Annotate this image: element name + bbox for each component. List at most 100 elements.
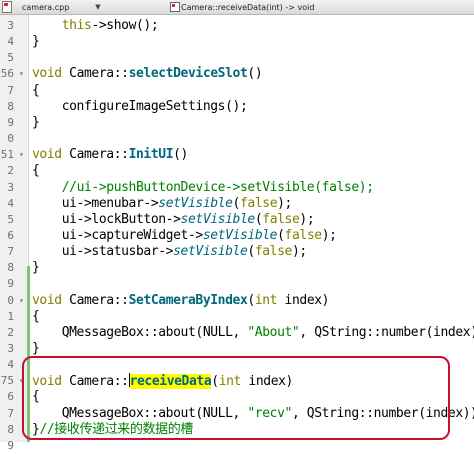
code-line[interactable]: } xyxy=(32,341,40,357)
code-token: { xyxy=(32,389,40,405)
code-token: //接收传递过来的数据的槽 xyxy=(39,421,193,437)
code-token: ui->statusbar-> xyxy=(32,244,174,260)
code-token: } xyxy=(32,34,40,50)
line-number: 5 xyxy=(7,212,14,226)
code-line[interactable]: }//接收传递过来的数据的槽 xyxy=(32,422,193,438)
code-line[interactable]: { xyxy=(32,389,40,405)
code-token: ( xyxy=(277,227,285,243)
editor-toolbar: camera.cpp ▼ Camera::receiveData(int) ->… xyxy=(0,0,474,15)
code-token: ); xyxy=(277,195,292,211)
code-token: setVisible xyxy=(180,211,256,227)
code-token: void xyxy=(32,66,62,82)
code-token: Camera:: xyxy=(61,147,129,163)
line-number: 75 xyxy=(0,374,14,388)
code-token: Camera:: xyxy=(61,374,129,390)
line-number: 0 xyxy=(7,293,14,307)
line-number: 3 xyxy=(7,180,14,194)
chevron-down-icon[interactable]: ▼ xyxy=(93,0,103,14)
fold-toggle-icon[interactable]: ▾ xyxy=(19,293,24,309)
cpp-file-icon xyxy=(2,0,12,14)
code-line[interactable]: { xyxy=(32,82,40,99)
code-token: ui->menubar-> xyxy=(32,195,159,211)
line-number: 7 xyxy=(7,245,14,259)
code-token: setVisible xyxy=(202,227,278,243)
code-token: //ui->pushButtonDevice->setVisible(false… xyxy=(61,179,374,195)
code-line[interactable]: QMessageBox::about(NULL, "About", QStrin… xyxy=(32,325,474,341)
code-token: ); xyxy=(299,211,315,227)
code-line[interactable]: void Camera::selectDeviceSlot() xyxy=(32,66,263,82)
code-line[interactable]: ui->statusbar->setVisible(false); xyxy=(32,244,308,260)
code-line[interactable]: { xyxy=(32,163,40,179)
line-number: 2 xyxy=(7,325,14,339)
code-line[interactable]: ui->lockButton->setVisible(false); xyxy=(32,211,315,228)
code-token: int xyxy=(218,374,242,390)
function-selector[interactable]: Camera::receiveData(int) -> void xyxy=(181,0,314,14)
code-token: ui->lockButton-> xyxy=(32,211,181,227)
code-token: { xyxy=(32,82,40,98)
line-number: 1 xyxy=(7,309,14,323)
line-number: 4 xyxy=(7,358,14,372)
fold-toggle-icon[interactable]: ▾ xyxy=(19,373,24,389)
code-token: ( xyxy=(211,374,219,390)
code-line[interactable]: { xyxy=(32,308,40,325)
code-token: InitUI xyxy=(128,147,174,163)
fold-toggle-icon[interactable]: ▾ xyxy=(19,66,24,82)
line-number: 5 xyxy=(7,51,14,65)
code-line[interactable]: //ui->pushButtonDevice->setVisible(false… xyxy=(32,180,374,196)
code-token: selectDeviceSlot xyxy=(128,66,248,82)
line-number: 9 xyxy=(7,438,14,452)
code-token: () xyxy=(173,147,188,163)
code-token: false xyxy=(239,195,278,211)
code-token: { xyxy=(32,163,40,179)
code-token: index) xyxy=(277,292,330,308)
code-token: configureImageSettings(); xyxy=(32,98,248,114)
line-number: 4 xyxy=(7,35,14,49)
code-token: { xyxy=(32,308,40,324)
code-line[interactable]: void Camera::InitUI() xyxy=(32,147,188,163)
code-line[interactable]: } xyxy=(32,260,40,276)
code-token: , QString::number(index)); xyxy=(291,405,474,421)
code-token: } xyxy=(32,114,40,130)
code-token: QMessageBox::about(NULL, xyxy=(32,405,248,421)
code-line[interactable]: void Camera::SetCameraByIndex(int index) xyxy=(32,292,330,309)
code-token: Camera:: xyxy=(61,66,129,82)
code-token: } xyxy=(32,341,40,356)
line-number: 51 xyxy=(0,148,14,162)
code-line[interactable]: ui->captureWidget->setVisible(false); xyxy=(32,228,337,244)
code-token: SetCameraByIndex xyxy=(128,292,248,308)
code-line[interactable]: ui->menubar->setVisible(false); xyxy=(32,195,293,212)
code-token: setVisible xyxy=(173,244,248,260)
line-number: 3 xyxy=(7,342,14,355)
line-number: 8 xyxy=(7,99,14,113)
code-line[interactable]: QMessageBox::about(NULL, "recv", QString… xyxy=(32,406,474,422)
line-number: 3 xyxy=(7,19,14,32)
file-selector[interactable]: camera.cpp xyxy=(22,0,69,14)
code-token: ->show(); xyxy=(91,18,159,33)
line-number: 0 xyxy=(7,132,14,146)
code-token: void xyxy=(32,374,62,390)
code-token: this xyxy=(61,18,92,33)
code-line[interactable]: void Camera::receiveData(int index) xyxy=(32,373,293,390)
code-token: , QString::number(index)); xyxy=(299,324,474,340)
code-token: false xyxy=(262,211,300,227)
line-number: 8 xyxy=(7,422,14,436)
change-marker xyxy=(27,266,30,442)
line-number: 8 xyxy=(7,261,14,275)
fold-toggle-icon[interactable]: ▾ xyxy=(19,147,24,163)
code-line[interactable]: configureImageSettings(); xyxy=(32,98,248,115)
code-token: int xyxy=(254,292,278,308)
code-token: ui->captureWidget-> xyxy=(32,227,204,243)
code-token: ); xyxy=(321,227,337,243)
code-token: false xyxy=(254,244,293,260)
code-token: "recv" xyxy=(247,405,292,421)
code-token: void xyxy=(32,147,62,163)
line-number: 4 xyxy=(7,196,14,210)
code-token: false xyxy=(284,227,323,243)
code-line[interactable]: } xyxy=(32,114,40,131)
line-number: 2 xyxy=(7,164,14,178)
code-line[interactable]: } xyxy=(32,34,40,50)
line-number: 7 xyxy=(7,406,14,420)
code-line[interactable]: this->show(); xyxy=(32,18,159,34)
